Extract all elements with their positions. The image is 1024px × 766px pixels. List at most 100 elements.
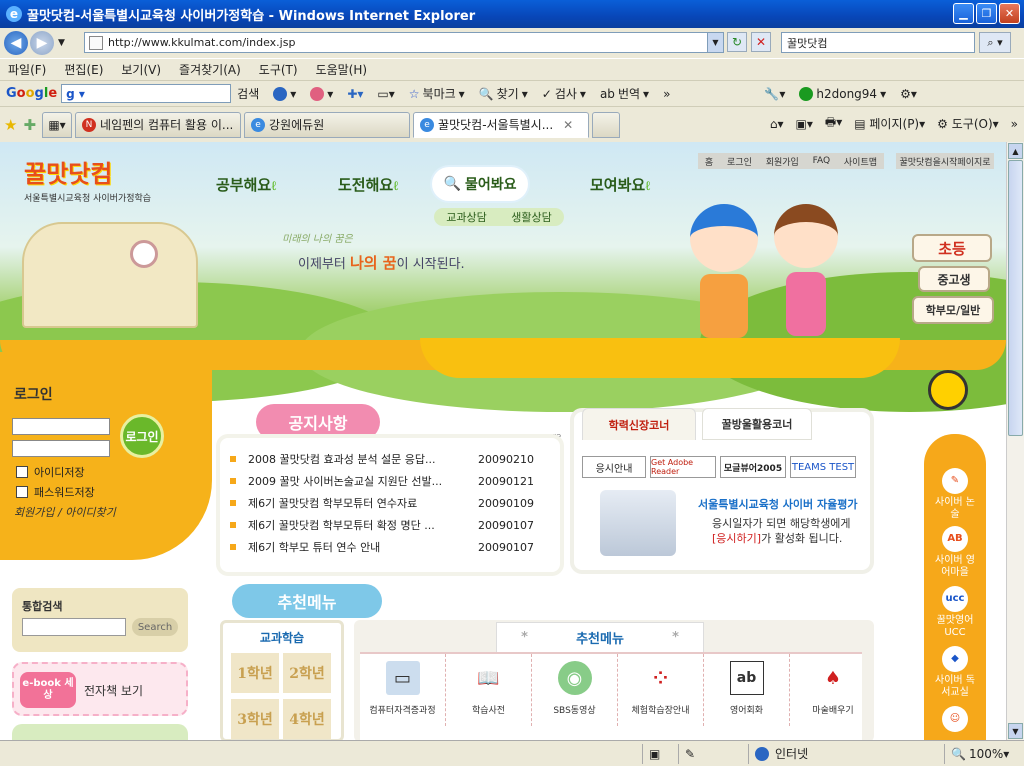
notice-row[interactable]: 2008 꿀맛닷컴 효과성 분석 설문 응답... 20090210: [230, 448, 550, 470]
notice-title[interactable]: 공지사항: [256, 404, 380, 440]
grade-secondary[interactable]: 중고생: [918, 266, 990, 292]
login-id-input[interactable]: [12, 418, 110, 435]
spellcheck-button[interactable]: ✓ 검사 ▾: [542, 85, 586, 102]
tab-2[interactable]: e 강원에듀원: [244, 111, 411, 138]
quick-tabs-icon[interactable]: ▦▾: [42, 111, 73, 138]
util-join[interactable]: 회원가입: [766, 155, 799, 168]
teams-test-button[interactable]: TEAMS TEST: [790, 456, 856, 478]
notice-row[interactable]: 제6기 꿀맛닷컴 학부모튜터 연수자료 20090109: [230, 492, 550, 514]
menu-help[interactable]: 도움말(H): [316, 61, 368, 78]
side-reading-room[interactable]: ◆ 사이버 독서교실: [932, 646, 978, 699]
vertical-scrollbar[interactable]: ▲ ▼: [1006, 142, 1024, 740]
feeds-icon[interactable]: ▣▾: [796, 117, 813, 131]
stop-icon[interactable]: ✕: [751, 32, 771, 52]
google-search-input[interactable]: g ▾: [61, 84, 232, 103]
menu-favorites[interactable]: 즐겨찾기(A): [179, 61, 241, 78]
save-password-checkbox[interactable]: 패스워드저장: [16, 484, 95, 500]
address-dropdown-icon[interactable]: ▼: [707, 33, 723, 52]
adobe-reader-button[interactable]: Get Adobe Reader: [650, 456, 716, 478]
new-tab-button[interactable]: [592, 111, 621, 138]
rec-item-magic[interactable]: ♠ 마술배우기: [790, 654, 876, 726]
nav-gather[interactable]: 모여봐요ℓ: [590, 174, 650, 195]
menu-view[interactable]: 보기(V): [121, 61, 161, 78]
scroll-up-icon[interactable]: ▲: [1008, 143, 1023, 159]
side-more[interactable]: ☺: [932, 706, 978, 735]
exam-guide-button[interactable]: 응시안내: [582, 456, 646, 478]
side-english-village[interactable]: AB 사이버 영어마을: [932, 526, 978, 579]
refresh-icon[interactable]: ↻: [727, 32, 747, 52]
home-icon[interactable]: ⌂▾: [770, 117, 784, 131]
side-cyber-essay[interactable]: ✎ 사이버 논술: [932, 468, 978, 521]
nav-challenge[interactable]: 도전해요ℓ: [338, 174, 398, 195]
tab-3[interactable]: e 꿀맛닷컴-서울특별시... ✕: [413, 111, 590, 138]
tab-1[interactable]: N 네임펜의 컴퓨터 활용 이...: [75, 111, 242, 138]
rec-item-computer-cert[interactable]: ▭ 컴퓨터자격증과정: [360, 654, 446, 726]
forward-icon[interactable]: ▶: [30, 31, 54, 55]
plus-icon[interactable]: ✚▾: [347, 87, 363, 101]
back-icon[interactable]: ◀: [4, 31, 28, 55]
notice-row[interactable]: 2009 꿀맛 사이버논술교실 지원단 선발... 20090121: [230, 470, 550, 492]
grade-1-button[interactable]: 1학년: [231, 653, 279, 693]
history-dropdown-icon[interactable]: ▼: [58, 38, 65, 48]
util-sitemap[interactable]: 사이트맵: [844, 155, 877, 168]
rec-item-sbs-video[interactable]: ◉ SBS동영상: [532, 654, 618, 726]
minimize-button[interactable]: ▁: [953, 3, 974, 24]
favorites-star-icon[interactable]: ★: [4, 116, 17, 134]
globe-icon[interactable]: ▾: [273, 86, 296, 101]
notice-row[interactable]: 제6기 학부모 튜터 연수 안내 20090107: [230, 536, 550, 558]
grade-4-button[interactable]: 4학년: [283, 699, 331, 739]
grade-elementary[interactable]: 초등: [912, 234, 992, 262]
settings-icon[interactable]: ⚙▾: [900, 87, 917, 101]
green-banner[interactable]: [12, 724, 188, 740]
site-logo[interactable]: 꿀맛닷컴 서울특별시교육청 사이버가정학습: [24, 154, 164, 214]
more-chevron-icon[interactable]: »: [663, 87, 670, 101]
grade-2-button[interactable]: 2학년: [283, 653, 331, 693]
login-button[interactable]: 로그인: [120, 414, 164, 458]
nav-study[interactable]: 공부해요ℓ: [216, 174, 276, 195]
side-english-ucc[interactable]: ucc 꿀맛영어 UCC: [932, 586, 978, 639]
login-password-input[interactable]: [12, 440, 110, 457]
nav-ask[interactable]: 🔍 물어봐요: [432, 167, 528, 201]
tab-close-icon[interactable]: ✕: [563, 118, 573, 132]
maximize-button[interactable]: ❐: [976, 3, 997, 24]
site-search-button[interactable]: Search: [132, 618, 178, 636]
scroll-thumb[interactable]: [1008, 160, 1023, 436]
rec-item-english[interactable]: ab 영어회화: [704, 654, 790, 726]
add-favorite-icon[interactable]: ✚: [23, 116, 36, 134]
wrench-icon[interactable]: 🔧▾: [764, 87, 785, 101]
join-find-links[interactable]: 회원가입 / 아이디찾기: [14, 504, 116, 520]
tab-honeydrop-corner[interactable]: 꿀방울활용코너: [702, 408, 812, 440]
notice-row[interactable]: 제6기 꿀맛닷컴 학부모튜터 확정 명단 ... 20090107: [230, 514, 550, 536]
address-bar[interactable]: http://www.kkulmat.com/index.jsp ▼: [84, 32, 724, 53]
tab-achievement-corner[interactable]: 학력신장코너: [582, 408, 696, 440]
menu-file[interactable]: 파일(F): [8, 61, 46, 78]
search-button[interactable]: ⌕ ▾: [979, 32, 1011, 53]
popup-icon[interactable]: ▭▾: [377, 87, 394, 101]
recommend-tab[interactable]: * 추천메뉴 *: [496, 622, 704, 652]
more-commands-icon[interactable]: »: [1011, 117, 1018, 131]
pagerank-icon[interactable]: ▾: [310, 86, 333, 101]
rec-item-dictionary[interactable]: 📖 학습사전: [446, 654, 532, 726]
site-search-input[interactable]: [22, 618, 126, 636]
tools-menu[interactable]: ⚙ 도구(O)▾: [937, 115, 999, 132]
rec-item-field-trip[interactable]: ⁘ 체험학습장안내: [618, 654, 704, 726]
set-startpage-link[interactable]: 꿀맛닷컴을시작페이지로: [896, 153, 994, 169]
subnav-life[interactable]: 생활상담: [511, 209, 551, 225]
google-search-button[interactable]: 검색: [237, 85, 259, 102]
grade-parent[interactable]: 학부모/일반: [912, 296, 994, 324]
search-input[interactable]: 꿀맛닷컴: [781, 32, 975, 53]
menu-tools[interactable]: 도구(T): [259, 61, 298, 78]
zoom-control[interactable]: 🔍 100% ▾: [944, 743, 1024, 764]
scroll-down-icon[interactable]: ▼: [1008, 723, 1023, 739]
close-button[interactable]: ✕: [999, 3, 1020, 24]
translate-button[interactable]: ab 번역 ▾: [600, 85, 649, 102]
save-id-checkbox[interactable]: 아이디저장: [16, 464, 85, 480]
page-menu[interactable]: ▤ 페이지(P)▾: [854, 115, 925, 132]
ebook-banner[interactable]: e-book 세상 전자책 보기: [12, 662, 188, 716]
grade-3-button[interactable]: 3학년: [231, 699, 279, 739]
menu-edit[interactable]: 편집(E): [64, 61, 103, 78]
util-login[interactable]: 로그인: [727, 155, 752, 168]
print-icon[interactable]: 🖶▾: [825, 113, 842, 134]
bookmark-button[interactable]: ☆ 북마크 ▾: [409, 85, 465, 102]
subnav-subject[interactable]: 교과상담: [446, 209, 486, 225]
